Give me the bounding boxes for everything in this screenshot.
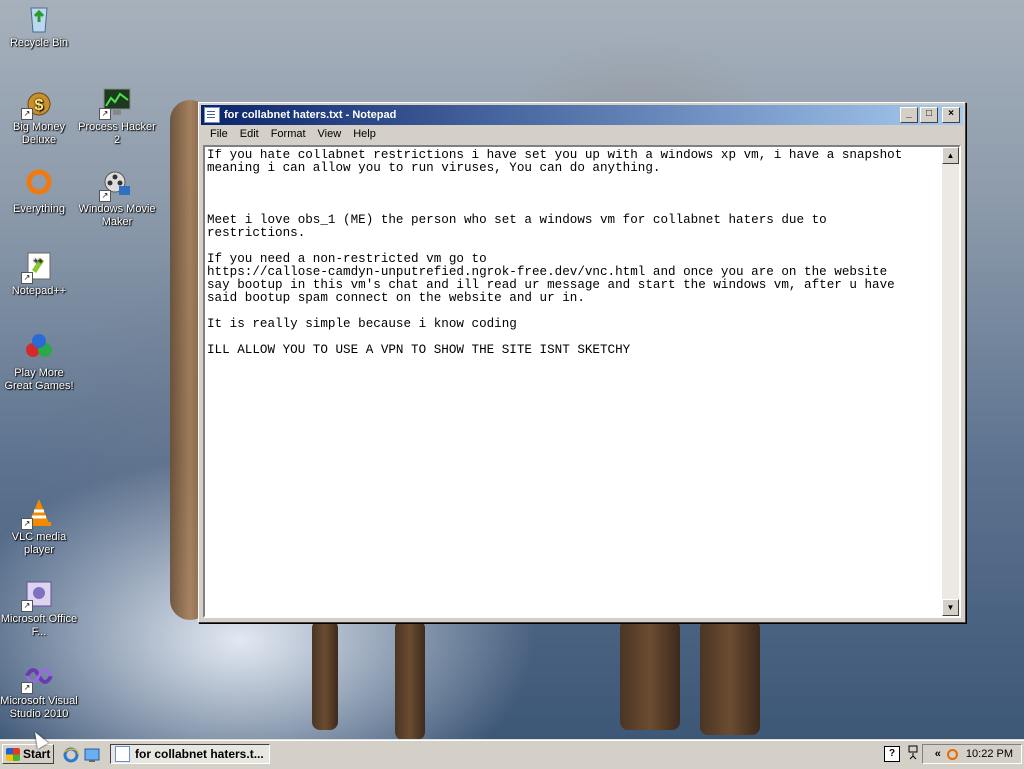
menu-view[interactable]: View: [312, 128, 348, 140]
clock[interactable]: 10:22 PM: [966, 748, 1013, 760]
notepadpp-icon: ++ ↗: [21, 250, 55, 284]
svg-text:$: $: [35, 97, 44, 114]
text-editor[interactable]: If you hate collabnet restrictions i hav…: [203, 145, 961, 618]
document-text[interactable]: If you hate collabnet restrictions i hav…: [207, 149, 939, 614]
start-button[interactable]: Start: [2, 744, 54, 764]
menu-help[interactable]: Help: [347, 128, 382, 140]
system-tray: « 10:22 PM: [922, 744, 1022, 764]
notepad-icon: [204, 107, 220, 123]
desktop-icon-vlc[interactable]: ↗ VLC media player: [0, 496, 78, 557]
desktop-icon-movie-maker[interactable]: ↗ Windows Movie Maker: [78, 168, 156, 229]
desktop-icon-visual-studio[interactable]: ↗ Microsoft Visual Studio 2010: [0, 660, 78, 721]
desktop-icon-recycle-bin[interactable]: Recycle Bin: [0, 2, 78, 50]
scroll-down-button[interactable]: ▼: [942, 599, 959, 616]
desktop-icon-ms-office[interactable]: ↗ Microsoft Office F...: [0, 578, 78, 639]
menu-format[interactable]: Format: [265, 128, 312, 140]
close-button[interactable]: ×: [942, 107, 960, 123]
office-doc-icon: ↗: [21, 578, 55, 612]
menu-file[interactable]: File: [204, 128, 234, 140]
scroll-up-button[interactable]: ▲: [942, 147, 959, 164]
monitor-chart-icon: ↗: [99, 86, 133, 120]
search-tray-icon[interactable]: [946, 748, 958, 760]
tray-expand-button[interactable]: «: [935, 748, 941, 760]
desktop-quicklaunch-icon[interactable]: [84, 747, 100, 763]
desktop-icon-big-money[interactable]: $ ↗ Big Money Deluxe: [0, 86, 78, 147]
visual-studio-icon: ↗: [21, 660, 55, 694]
window-title: for collabnet haters.txt - Notepad: [224, 109, 397, 121]
taskbar-notepad-button[interactable]: for collabnet haters.t...: [110, 744, 270, 764]
svg-text:++: ++: [33, 256, 43, 265]
title-bar[interactable]: for collabnet haters.txt - Notepad _ □ ×: [201, 105, 963, 125]
desktop-icon-notepadpp[interactable]: ++ ↗ Notepad++: [0, 250, 78, 298]
vertical-scrollbar[interactable]: ▲ ▼: [942, 147, 959, 616]
wallpaper-fox-leg: [700, 620, 760, 735]
menu-edit[interactable]: Edit: [234, 128, 265, 140]
desktop-icon-play-more[interactable]: Play More Great Games!: [0, 332, 78, 393]
film-reel-icon: ↗: [99, 168, 133, 202]
wallpaper-fox-leg: [395, 620, 425, 740]
vlc-cone-icon: ↗: [21, 496, 55, 530]
games-icon: [23, 332, 55, 364]
desktop-icon-everything[interactable]: Everything: [0, 168, 78, 216]
windows-flag-icon: [6, 747, 20, 761]
money-bag-icon: $ ↗: [21, 86, 55, 120]
menu-bar: File Edit Format View Help: [201, 125, 963, 143]
recycle-bin-icon: [23, 2, 55, 34]
taskbar: Start for collabnet haters.t... ? « 10:2…: [0, 740, 1024, 769]
search-ring-icon: [23, 168, 55, 200]
desktop-icon-process-hacker[interactable]: ↗ Process Hacker 2: [78, 86, 156, 147]
help-icon[interactable]: ?: [884, 746, 900, 762]
ie-quicklaunch-icon[interactable]: [63, 747, 79, 763]
notepad-window[interactable]: for collabnet haters.txt - Notepad _ □ ×…: [198, 102, 966, 623]
maximize-button[interactable]: □: [920, 107, 938, 123]
wallpaper-fox-leg: [312, 620, 338, 730]
wallpaper-fox-leg: [620, 620, 680, 730]
network-icon[interactable]: [908, 745, 920, 761]
minimize-button[interactable]: _: [900, 107, 918, 123]
notepad-icon: [115, 746, 130, 762]
